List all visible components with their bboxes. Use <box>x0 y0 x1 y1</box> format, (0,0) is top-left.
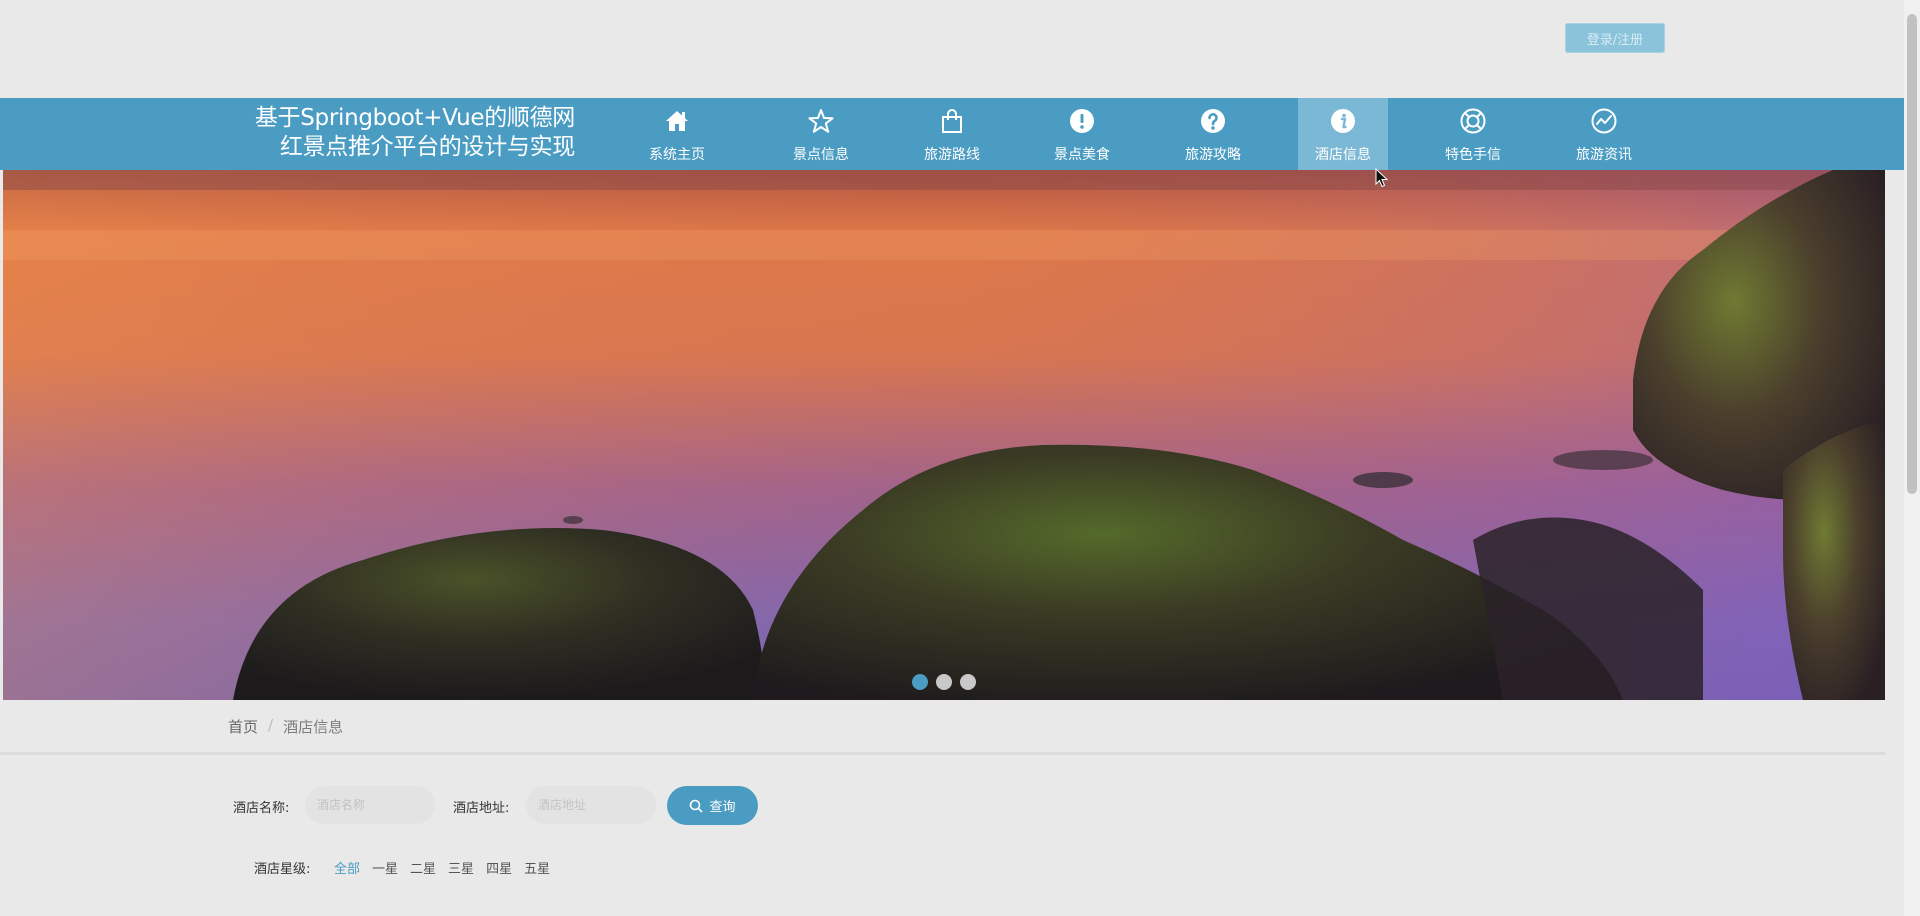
star-option-2[interactable]: 二星 <box>410 858 436 877</box>
hotel-name-input[interactable] <box>305 786 435 824</box>
nav-item-label: 景点美食 <box>1054 147 1110 163</box>
nav-item-guides[interactable]: 旅游攻略 <box>1168 98 1258 170</box>
star-option-1[interactable]: 一星 <box>372 858 398 877</box>
nav-item-label: 旅游路线 <box>924 147 980 163</box>
star-rating-filter: 全部 一星 二星 三星 四星 五星 <box>334 858 550 877</box>
carousel-dot[interactable] <box>936 674 952 690</box>
scrollbar-thumb[interactable] <box>1907 14 1917 494</box>
hotel-address-input[interactable] <box>526 786 656 824</box>
nav-item-label: 旅游攻略 <box>1185 147 1241 163</box>
nav-item-news[interactable]: 旅游资讯 <box>1559 98 1649 170</box>
search-icon <box>690 799 703 812</box>
banner-image <box>3 170 1885 700</box>
hotel-name-label: 酒店名称: <box>233 801 290 816</box>
breadcrumb-separator: / <box>268 716 274 734</box>
search-button[interactable]: 查询 <box>667 786 758 825</box>
carousel-dot[interactable] <box>912 674 928 690</box>
page: 登录/注册 基于Springboot+Vue的顺德网 红景点推介平台的设计与实现… <box>0 0 1920 916</box>
shopping-bag-icon <box>942 109 962 133</box>
breadcrumb-current: 酒店信息 <box>283 718 344 736</box>
breadcrumb: 首页 / 酒店信息 <box>228 716 343 737</box>
nav-item-scenic-spots[interactable]: 景点信息 <box>776 98 866 170</box>
hotel-address-label: 酒店地址: <box>453 801 510 816</box>
exclamation-circle-icon <box>1070 109 1094 133</box>
star-option-all[interactable]: 全部 <box>334 858 360 877</box>
question-circle-icon <box>1201 109 1225 133</box>
nav-item-label: 景点信息 <box>793 147 849 163</box>
site-title-line2: 红景点推介平台的设计与实现 <box>279 134 575 160</box>
site-title-line1: 基于Springboot+Vue的顺德网 <box>254 105 575 131</box>
nav-item-label: 旅游资讯 <box>1576 147 1632 163</box>
nav-item-hotels[interactable]: 酒店信息 <box>1298 98 1388 170</box>
mouse-cursor-icon <box>1375 168 1389 188</box>
chart-circle-icon <box>1591 108 1617 134</box>
lifebuoy-icon <box>1460 108 1486 134</box>
carousel-dot[interactable] <box>960 674 976 690</box>
page-scrollbar[interactable] <box>1904 0 1920 916</box>
nav-item-routes[interactable]: 旅游路线 <box>907 98 997 170</box>
nav-item-label: 特色手信 <box>1445 147 1501 163</box>
star-option-4[interactable]: 四星 <box>486 858 512 877</box>
carousel-dots <box>3 674 1885 690</box>
site-title: 基于Springboot+Vue的顺德网 红景点推介平台的设计与实现 <box>225 104 575 162</box>
nav-item-souvenirs[interactable]: 特色手信 <box>1428 98 1518 170</box>
info-circle-icon <box>1331 109 1355 133</box>
banner-carousel[interactable] <box>3 170 1885 700</box>
login-register-button[interactable]: 登录/注册 <box>1565 23 1665 53</box>
star-rating-label: 酒店星级: <box>254 862 311 877</box>
nav-item-label: 系统主页 <box>649 147 705 163</box>
search-button-label: 查询 <box>709 800 736 815</box>
star-option-5[interactable]: 五星 <box>524 858 550 877</box>
top-nav: 基于Springboot+Vue的顺德网 红景点推介平台的设计与实现 系统主页 … <box>0 98 1904 170</box>
section-divider <box>0 752 1886 755</box>
nav-item-label: 酒店信息 <box>1315 147 1371 163</box>
nav-item-home[interactable]: 系统主页 <box>632 98 722 170</box>
star-option-3[interactable]: 三星 <box>448 858 474 877</box>
breadcrumb-home[interactable]: 首页 <box>228 716 258 737</box>
nav-item-food[interactable]: 景点美食 <box>1037 98 1127 170</box>
home-icon <box>666 111 688 131</box>
star-icon <box>808 109 834 133</box>
